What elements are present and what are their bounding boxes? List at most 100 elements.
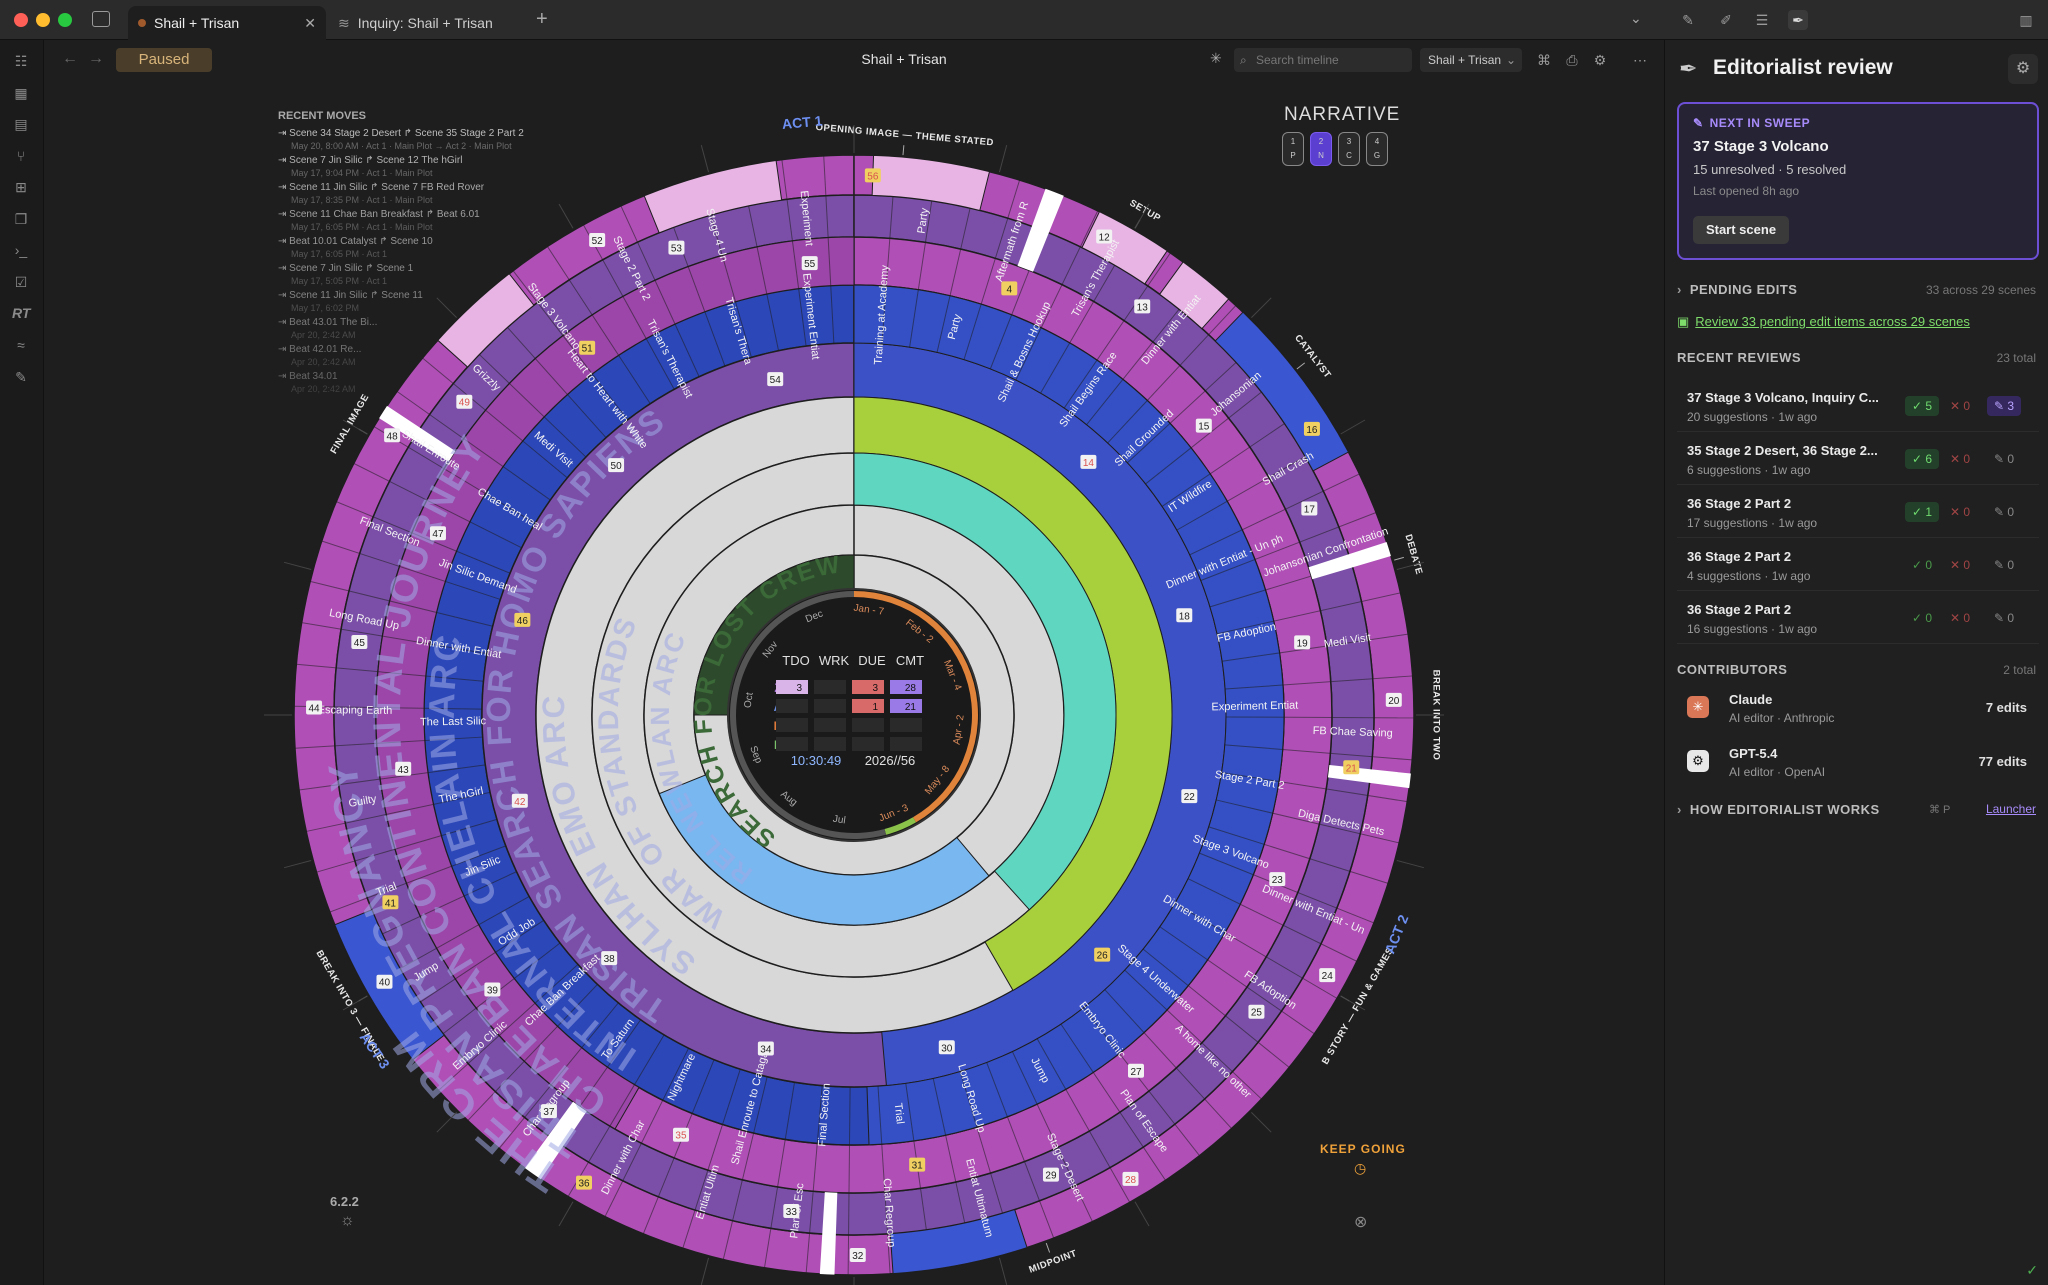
command-icon[interactable]: ⌘ (1534, 50, 1554, 70)
scene-number: 39 (487, 985, 499, 996)
radial-timeline[interactable]: Jan - 7 Feb - 2 Mar - 4 Apr - 2 May - 8 Jun -… (44, 78, 1664, 1285)
waves-icon[interactable]: ≈ (12, 336, 30, 354)
gear-icon[interactable]: ⚙ (1590, 50, 1610, 70)
outer-tick (1251, 1112, 1272, 1133)
inner-scene-label[interactable]: The Last Silic (420, 715, 487, 728)
tab-list-chevron-icon[interactable]: ⌄ (1630, 10, 1642, 27)
scene-number: 23 (1272, 875, 1284, 886)
next-in-sweep-card[interactable]: ✎ NEXT IN SWEEP 37 Stage 3 Volcano 15 unr… (1677, 102, 2039, 260)
pending-edits-toggle[interactable]: › PENDING EDITS (1677, 282, 1797, 297)
copy-icon[interactable]: ❐ (12, 210, 30, 228)
review-item[interactable]: 35 Stage 2 Desert, 36 Stage 2... 6 sugges… (1677, 435, 2039, 485)
timeline-view: ← → Paused Shail + Trisan ✳ ⌕ Search tim… (44, 40, 1664, 1285)
panel-settings-icon[interactable]: ⚙ (2008, 54, 2038, 84)
magic-pen-icon[interactable]: ✐ (1716, 10, 1736, 30)
review-subtitle: 20 suggestions · 1w ago (1687, 410, 1818, 424)
scene-number: 40 (379, 978, 391, 989)
launcher-shortcut: ⌘ P (1929, 804, 1951, 816)
radial-timeline-svg[interactable]: Jan - 7Feb - 2Mar - 4Apr - 2May - 8Jun -… (44, 78, 1664, 1285)
contributor-item[interactable]: ✳ Claude AI editor · Anthropic 7 edits (1677, 684, 2039, 734)
forward-arrow-icon[interactable]: → (88, 50, 104, 68)
outer-scene-label[interactable]: Escaping Earth (318, 704, 393, 717)
scene-number: 17 (1304, 504, 1316, 515)
terminal-icon[interactable]: ›_ (12, 241, 30, 259)
tab-dot-icon (138, 19, 146, 27)
scene-number: 29 (1045, 1171, 1057, 1182)
launcher-link[interactable]: Launcher (1986, 802, 2036, 816)
review-item[interactable]: 36 Stage 2 Part 2 16 suggestions · 1w ago… (1677, 594, 2039, 644)
sweep-icon: ✎ (1693, 116, 1704, 130)
beat-label[interactable]: MIDPOINT (1027, 1248, 1078, 1276)
review-item[interactable]: 36 Stage 2 Part 2 4 suggestions · 1w ago ✓… (1677, 541, 2039, 591)
radial-timeline-icon[interactable]: RT (12, 304, 30, 322)
openai-logo-icon: ⚙ (1687, 750, 1709, 772)
tab-close-icon[interactable]: ✕ (304, 15, 316, 32)
new-tab-icon[interactable]: + (536, 8, 548, 31)
accepted-count: ✓ 6 (1905, 449, 1939, 469)
chevron-right-icon: › (1677, 802, 1682, 817)
rejected-count: ✕ 0 (1949, 399, 1971, 413)
zoom-window-button[interactable] (58, 13, 72, 27)
stat-cell-value: 3 (796, 683, 802, 694)
timeline-search-input[interactable]: ⌕ Search timeline (1234, 48, 1412, 72)
mode-button-c[interactable]: 3C (1338, 132, 1360, 166)
mode-button-n[interactable]: 2N (1310, 132, 1332, 166)
act-label: ACT 2 (1381, 912, 1411, 956)
inner-scene-label[interactable]: Experiment Entiat (1211, 700, 1298, 714)
more-icon[interactable]: ⋯ (1630, 50, 1650, 70)
stat-cell-value: 3 (872, 683, 878, 694)
print-icon[interactable]: ⎙ (1562, 50, 1582, 70)
outer-tick (998, 1257, 1008, 1285)
scene-number: 50 (611, 461, 623, 472)
review-item[interactable]: 36 Stage 2 Part 2 17 suggestions · 1w ago… (1677, 488, 2039, 538)
paused-status-button[interactable]: Paused (116, 48, 212, 72)
month-label: Oct (743, 692, 756, 709)
tab-shail-trisan[interactable]: Shail + Trisan ✕ (128, 6, 326, 40)
minimize-window-button[interactable] (36, 13, 50, 27)
editorialist-icon[interactable]: ✒ (1788, 10, 1808, 30)
left-ribbon: ☷ ▦ ▤ ⑂ ⊞ ❐ ›_ ☑ RT ≈ ✎ (0, 40, 44, 1285)
layout-icon[interactable]: ▦ (12, 84, 30, 102)
mode-button-p[interactable]: 1P (1282, 132, 1304, 166)
inner-scene-label[interactable]: Trial (892, 1102, 906, 1124)
start-scene-button[interactable]: Start scene (1693, 216, 1789, 244)
how-editorialist-works-toggle[interactable]: › HOW EDITORIALIST WORKS (1677, 802, 1880, 817)
grid-icon[interactable]: ⊞ (12, 178, 30, 196)
tab-inquiry[interactable]: ≋ Inquiry: Shail + Trisan (328, 6, 518, 40)
review-title: 37 Stage 3 Volcano, Inquiry C... (1687, 390, 1879, 405)
close-window-button[interactable] (14, 13, 28, 27)
stat-cell (852, 737, 884, 751)
checklist-icon[interactable]: ☑ (12, 273, 30, 291)
editorialist-rail-icon[interactable]: ✎ (12, 368, 30, 386)
scene-number: 27 (1130, 1067, 1142, 1078)
sidebar-toggle-icon[interactable] (92, 11, 110, 27)
back-arrow-icon[interactable]: ← (62, 50, 78, 68)
contributor-item[interactable]: ⚙ GPT-5.4 AI editor · OpenAI 77 edits (1677, 738, 2039, 788)
right-sidebar-toggle-icon[interactable]: ▥ (2016, 10, 2036, 30)
review-item[interactable]: 37 Stage 3 Volcano, Inquiry C... 20 sugge… (1677, 382, 2039, 432)
pending-edits-link[interactable]: ▣ Review 33 pending edit items across 29 … (1677, 314, 1970, 330)
bug-icon[interactable]: ☼ (340, 1212, 355, 1230)
scene-number: 36 (578, 1179, 590, 1190)
contributor-sub: AI editor · OpenAI (1729, 765, 1826, 779)
rejected-count: ✕ 0 (1949, 505, 1971, 519)
scene-number: 48 (387, 431, 399, 442)
scene-number: 55 (804, 259, 816, 270)
scene-number: 42 (514, 797, 526, 808)
pen-icon[interactable]: ✎ (1678, 10, 1698, 30)
book-selector[interactable]: Shail + Trisan ⌄ (1420, 48, 1522, 72)
mode-button-letter: N (1318, 151, 1324, 160)
graph-icon[interactable]: ⑂ (12, 147, 30, 165)
view-title: Shail + Trisan (861, 51, 947, 67)
document-icon[interactable]: ▤ (12, 115, 30, 133)
mode-button-number: 3 (1346, 137, 1352, 146)
asterisk-icon[interactable]: ✳ (1210, 50, 1222, 67)
mode-button-g[interactable]: 4G (1366, 132, 1388, 166)
outline-icon[interactable]: ☷ (12, 52, 30, 70)
help-icon[interactable]: ⊗ (1354, 1212, 1367, 1232)
scene-number: 35 (675, 1131, 687, 1142)
list-icon[interactable]: ☰ (1752, 10, 1772, 30)
beat-label[interactable]: DEBATE (1402, 533, 1424, 576)
beat-label[interactable]: OPENING IMAGE — THEME STATED (815, 122, 994, 149)
outer-tick (1340, 419, 1366, 435)
